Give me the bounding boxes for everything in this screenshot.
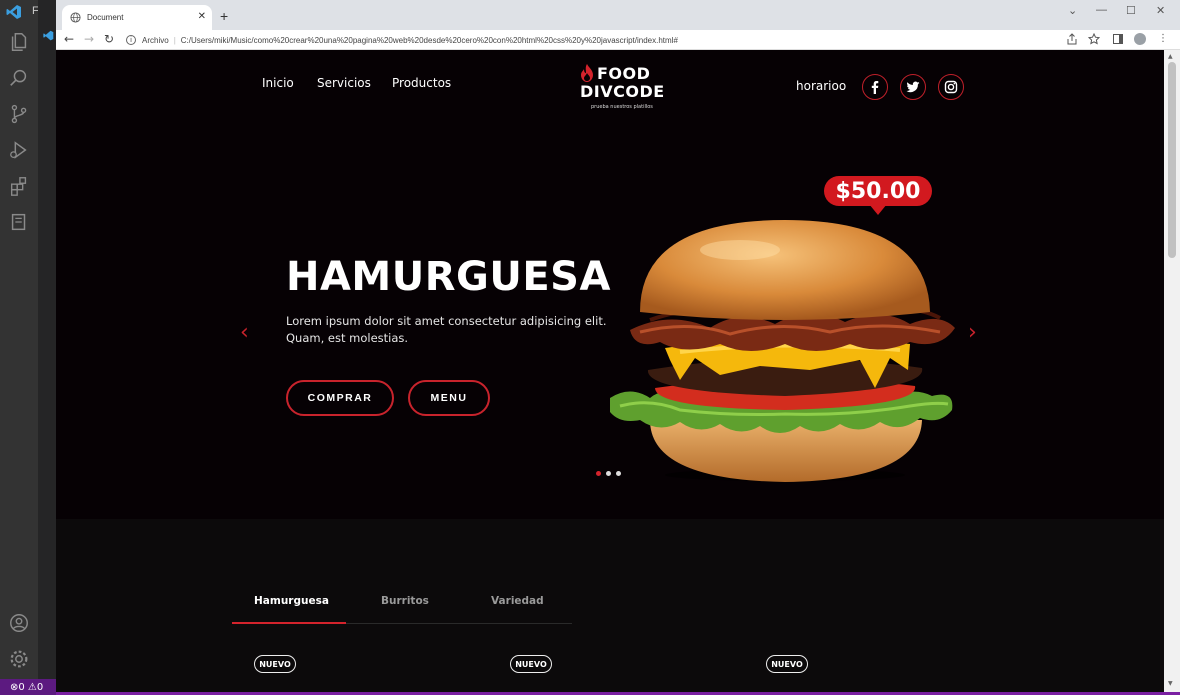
- share-icon[interactable]: [1066, 33, 1078, 45]
- hero-section: Inicio Servicios Productos FOOD DIVCODE …: [56, 50, 1164, 519]
- vscode-activity-bar: [0, 0, 38, 695]
- reload-button[interactable]: ↻: [104, 32, 114, 46]
- tab-hamurguesa[interactable]: Hamurguesa: [254, 595, 329, 607]
- forward-button[interactable]: →: [84, 32, 94, 46]
- new-badge: NUEVO: [510, 655, 552, 673]
- url-scheme-label: Archivo: [142, 35, 169, 45]
- hero-title: HAMURGUESA: [286, 254, 611, 300]
- products-section: Hamurguesa Burritos Variedad NUEVO NUEVO…: [56, 519, 1164, 692]
- nav-link-inicio[interactable]: Inicio: [262, 76, 294, 90]
- scroll-down-arrow[interactable]: ▼: [1168, 680, 1173, 687]
- account-icon[interactable]: [7, 611, 31, 635]
- price-tag-pointer: [869, 204, 887, 215]
- run-debug-icon[interactable]: [7, 138, 31, 162]
- carousel-indicators: [596, 471, 621, 476]
- address-bar[interactable]: i Archivo | C:/Users/miki/Music/como%20c…: [126, 32, 1056, 48]
- browser-menu-icon[interactable]: ⋮: [1158, 33, 1168, 44]
- url-text: C:/Users/miki/Music/como%20crear%20una%2…: [180, 35, 678, 45]
- tab-burritos[interactable]: Burritos: [381, 595, 429, 607]
- new-badge: NUEVO: [254, 655, 296, 673]
- carousel-dot[interactable]: [616, 471, 621, 476]
- logo-tagline: prueba nuestros platillos: [591, 104, 653, 110]
- schedule-link[interactable]: horarioo: [796, 79, 846, 93]
- status-problems[interactable]: ⊗0 ⚠0: [0, 679, 56, 695]
- vscode-tab-icon: [43, 30, 54, 41]
- source-control-icon[interactable]: [7, 102, 31, 126]
- site-info-icon[interactable]: i: [126, 35, 136, 45]
- url-separator: |: [173, 35, 176, 45]
- problems-count: ⊗0 ⚠0: [10, 681, 44, 693]
- facebook-icon[interactable]: [862, 74, 888, 100]
- side-panel-icon[interactable]: [1112, 33, 1124, 45]
- browser-tab[interactable]: Document ✕: [62, 5, 212, 30]
- nav-link-servicios[interactable]: Servicios: [317, 76, 371, 90]
- menu-button[interactable]: MENU: [408, 380, 490, 416]
- bookmark-star-icon[interactable]: [1088, 33, 1100, 45]
- carousel-next-arrow[interactable]: ›: [968, 320, 977, 345]
- profile-avatar-icon[interactable]: [1134, 33, 1146, 48]
- explorer-icon[interactable]: [7, 30, 31, 54]
- browser-tab-bar: Document ✕ + ⌄ — ☐ ✕: [56, 0, 1180, 30]
- minimize-button[interactable]: —: [1096, 4, 1107, 16]
- nav-link-productos[interactable]: Productos: [392, 76, 451, 90]
- tab-search-chevron-icon[interactable]: ⌄: [1068, 4, 1077, 17]
- flame-icon: [581, 64, 593, 82]
- burger-image: [610, 220, 955, 482]
- carousel-dot[interactable]: [606, 471, 611, 476]
- scroll-up-arrow[interactable]: ▲: [1168, 53, 1173, 60]
- hero-description: Lorem ipsum dolor sit amet consectetur a…: [286, 314, 607, 345]
- logo-line-food: FOOD: [597, 64, 651, 83]
- browser-toolbar: ← → ↻ i Archivo | C:/Users/miki/Music/co…: [56, 30, 1180, 50]
- scroll-thumb[interactable]: [1168, 62, 1176, 258]
- page-scrollbar[interactable]: ▲ ▼: [1164, 50, 1180, 692]
- carousel-prev-arrow[interactable]: ‹: [240, 320, 249, 345]
- close-window-button[interactable]: ✕: [1156, 4, 1165, 17]
- extensions-icon[interactable]: [7, 174, 31, 198]
- price-tag: $50.00: [824, 176, 932, 206]
- notebook-icon[interactable]: [7, 210, 31, 234]
- web-page: Inicio Servicios Productos FOOD DIVCODE …: [56, 50, 1164, 692]
- carousel-dot[interactable]: [596, 471, 601, 476]
- buy-button[interactable]: COMPRAR: [286, 380, 394, 416]
- back-button[interactable]: ←: [64, 32, 74, 46]
- tab-title: Document: [87, 13, 124, 22]
- search-icon[interactable]: [7, 66, 31, 90]
- tab-close-icon[interactable]: ✕: [198, 11, 206, 22]
- globe-icon: [70, 12, 81, 23]
- logo-line-divcode: DIVCODE: [580, 82, 665, 101]
- twitter-icon[interactable]: [900, 74, 926, 100]
- vscode-editor-strip: [38, 0, 56, 695]
- browser-window: Document ✕ + ⌄ — ☐ ✕ ← → ↻ i Archivo | C…: [56, 0, 1180, 692]
- new-badge: NUEVO: [766, 655, 808, 673]
- instagram-icon[interactable]: [938, 74, 964, 100]
- new-tab-button[interactable]: +: [220, 8, 228, 24]
- screen: File ⊗0 ⚠0 Document ✕ + ⌄ — ☐ ✕ ← → ↻ i …: [0, 0, 1180, 695]
- vscode-logo-icon: [6, 5, 21, 19]
- settings-gear-icon[interactable]: [7, 647, 31, 671]
- tab-variedad[interactable]: Variedad: [491, 595, 544, 607]
- active-tab-underline: [232, 622, 346, 624]
- maximize-button[interactable]: ☐: [1126, 4, 1136, 17]
